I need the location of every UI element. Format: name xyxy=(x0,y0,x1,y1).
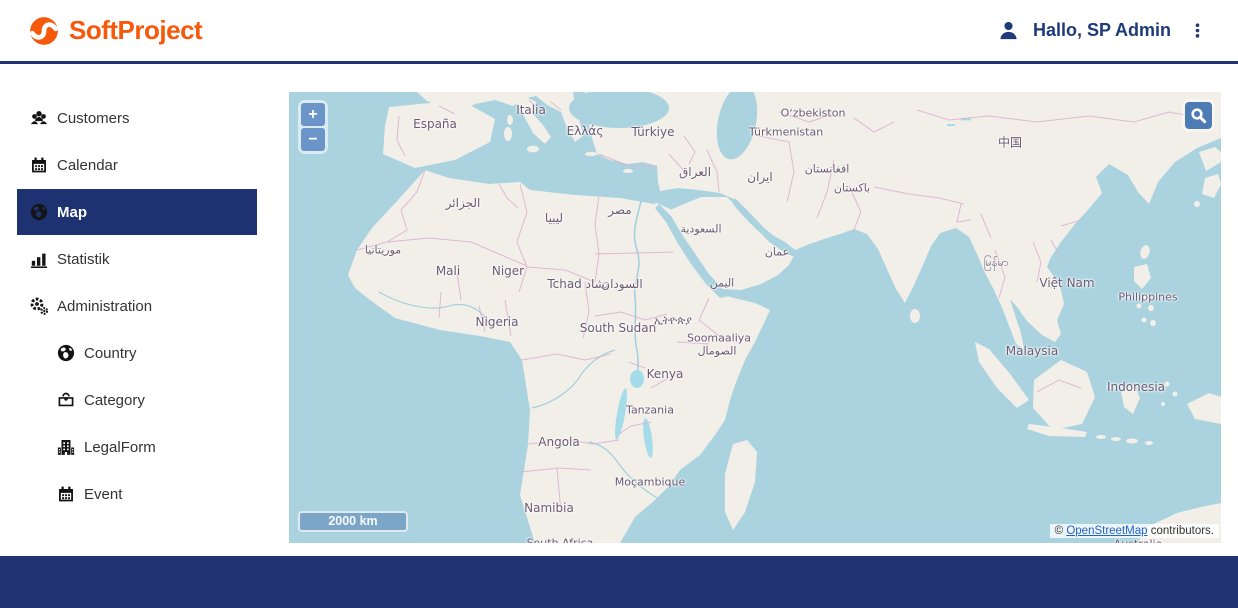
map-country-label: مصر xyxy=(608,203,631,217)
map-country-label: الصومال xyxy=(698,345,737,358)
map-country-label: Italia xyxy=(516,103,546,117)
sidebar-nav: Customers Calendar Map Statistik Adminis… xyxy=(0,67,289,556)
map-country-label: Australia xyxy=(1114,538,1163,544)
map-country-label: Kenya xyxy=(647,367,684,381)
map-country-label: الجزائر xyxy=(446,196,481,210)
map-country-label: ኢትዮጵያ xyxy=(654,314,692,328)
map-country-label: موريتانيا xyxy=(365,244,401,257)
map-country-label: Angola xyxy=(538,435,579,449)
header: SoftProject Hallo, SP Admin xyxy=(0,0,1238,64)
sidebar-item-country[interactable]: Country xyxy=(17,330,257,376)
search-button[interactable] xyxy=(1185,102,1212,129)
sidebar-item-administration[interactable]: Administration xyxy=(17,283,257,329)
map-country-label: Türkmenistan xyxy=(749,126,823,139)
sidebar-item-event[interactable]: Event xyxy=(17,471,257,517)
app-window: SoftProject Hallo, SP Admin Customers Ca… xyxy=(0,0,1238,608)
sidebar-item-label: Category xyxy=(84,392,145,409)
globe-icon xyxy=(30,203,48,221)
sidebar-item-category[interactable]: Category xyxy=(17,377,257,423)
map-country-label: Soomaaliya xyxy=(687,332,751,345)
sidebar-item-label: Event xyxy=(84,486,122,503)
map-country-label: Tanzania xyxy=(626,404,674,417)
map-country-label: Ελλάς xyxy=(567,124,604,138)
sidebar-item-label: Calendar xyxy=(57,157,118,174)
tray-icon xyxy=(57,391,75,409)
map-country-label: Oʻzbekiston xyxy=(781,107,846,120)
scale-bar: 2000 km xyxy=(298,511,408,532)
calendar-icon xyxy=(57,485,75,503)
map-country-label: Mali xyxy=(436,264,460,278)
map-country-label: ليبيا xyxy=(545,211,563,225)
map-country-label: Philippines xyxy=(1118,291,1177,304)
map-country-label: Việt Nam xyxy=(1039,276,1094,290)
map-country-label: عمان xyxy=(765,246,789,259)
map-country-label: Nigeria xyxy=(476,315,519,329)
sidebar-item-map[interactable]: Map xyxy=(17,189,257,235)
map-country-label: Türkiye xyxy=(632,125,675,139)
sidebar-item-label: LegalForm xyxy=(84,439,156,456)
calendar-icon xyxy=(30,156,48,174)
building-icon xyxy=(57,438,75,456)
map-country-label: باکستان xyxy=(834,182,870,195)
map-country-label: العراق xyxy=(679,165,711,179)
search-icon xyxy=(1190,107,1207,124)
map-country-label: ايران xyxy=(747,170,772,184)
map-country-label: السعودية xyxy=(680,223,721,236)
kebab-menu-icon[interactable] xyxy=(1185,20,1210,41)
user-greeting: Hallo, SP Admin xyxy=(1033,20,1171,41)
user-icon xyxy=(998,20,1019,41)
header-right: Hallo, SP Admin xyxy=(998,20,1210,41)
sidebar-item-label: Customers xyxy=(57,110,130,127)
chart-icon xyxy=(30,250,48,268)
map-country-label: South Africa xyxy=(527,537,594,544)
map-country-label: Indonesia xyxy=(1107,380,1165,394)
osm-link[interactable]: OpenStreetMap xyxy=(1066,525,1147,537)
attribution: © OpenStreetMap contributors. xyxy=(1050,524,1219,538)
zoom-out-button[interactable]: − xyxy=(301,128,325,151)
map-country-label: Malaysia xyxy=(1006,344,1058,358)
sidebar-item-customers[interactable]: Customers xyxy=(17,95,257,141)
map-country-label: 中国 xyxy=(998,134,1022,151)
softproject-logo[interactable]: SoftProject xyxy=(28,15,202,47)
attribution-prefix: © xyxy=(1055,525,1067,537)
map-country-label: اليمن xyxy=(710,277,734,290)
sidebar-item-label: Map xyxy=(57,204,87,221)
globe-icon xyxy=(57,344,75,362)
logo-text: SoftProject xyxy=(69,15,202,46)
sidebar-item-calendar[interactable]: Calendar xyxy=(17,142,257,188)
map-country-label: السودان xyxy=(601,277,642,291)
sidebar-item-legalform[interactable]: LegalForm xyxy=(17,424,257,470)
attribution-suffix: contributors. xyxy=(1148,525,1214,537)
map-country-label: မြန်မာ xyxy=(984,256,1009,272)
zoom-in-button[interactable]: + xyxy=(301,103,325,126)
zoom-control: + − xyxy=(298,100,328,154)
gears-icon xyxy=(30,297,48,315)
map-country-label: South Sudan xyxy=(580,321,657,335)
map-labels-layer: España Italia Ελλάς Türkiye Oʻzbekiston Türkm… xyxy=(289,92,1221,543)
map-country-label: افغانستان xyxy=(805,163,850,176)
sidebar-item-label: Country xyxy=(84,345,137,362)
map-country-label: Niger xyxy=(492,264,524,278)
sidebar-item-label: Statistik xyxy=(57,251,110,268)
users-icon xyxy=(30,109,48,127)
sidebar-item-statistik[interactable]: Statistik xyxy=(17,236,257,282)
sidebar-item-label: Administration xyxy=(57,298,152,315)
softproject-logo-icon xyxy=(28,15,60,47)
map-country-label: España xyxy=(413,117,457,131)
map-country-label: Namibia xyxy=(524,501,574,515)
map-country-label: Tchad تشاد xyxy=(547,277,608,291)
map-viewport[interactable]: España Italia Ελλάς Türkiye Oʻzbekiston Türkm… xyxy=(289,92,1221,543)
footer-bar xyxy=(0,556,1238,608)
map-country-label: Moçambique xyxy=(615,476,686,489)
